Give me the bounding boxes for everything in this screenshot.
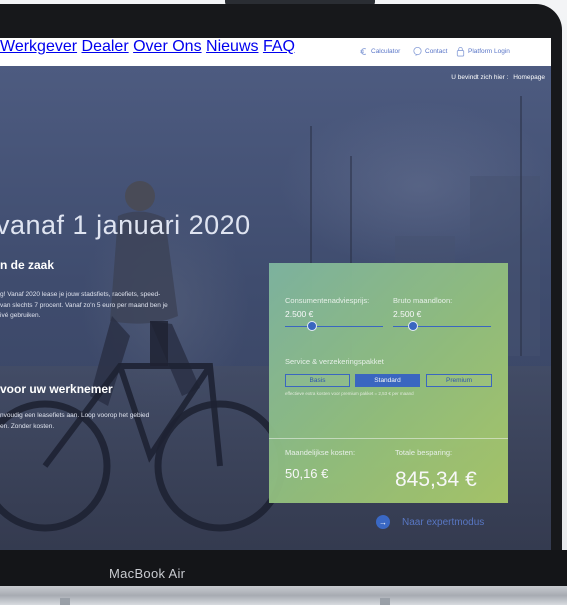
hero-headline: vanaf 1 januari 2020: [0, 210, 251, 240]
salary-value: 2.500 €: [393, 309, 422, 319]
nav-dealer[interactable]: Dealer: [82, 38, 129, 55]
contact-label: Contact: [425, 48, 448, 55]
monthly-cost-value: 50,16 €: [285, 466, 329, 481]
salary-label: Bruto maandloon:: [393, 296, 453, 305]
lease-calculator-panel: Consumentenadviesprijs: 2.500 € Bruto ma…: [269, 263, 508, 503]
device-brand-label: MacBook Air: [109, 566, 186, 581]
price-slider-track[interactable]: [285, 326, 383, 327]
nav-over-ons[interactable]: Over Ons: [133, 38, 201, 55]
price-label: Consumentenadviesprijs:: [285, 296, 370, 305]
package-note: effectieve extra kosten voor premium pak…: [285, 391, 414, 396]
section-body-employee: nvoudig een leasefiets aan. Loop voorop …: [0, 412, 150, 430]
expert-mode-label: Naar expertmodus: [402, 516, 485, 528]
nav-nieuws[interactable]: Nieuws: [206, 38, 258, 55]
platform-login-label: Platform Login: [468, 48, 510, 55]
package-standard-button[interactable]: Standard: [355, 374, 420, 387]
expert-mode-link[interactable]: → Naar expertmodus: [376, 515, 484, 529]
breadcrumb-current[interactable]: Homepage: [513, 74, 545, 81]
laptop-bottom-bezel: [0, 550, 567, 588]
euro-icon: [360, 48, 367, 55]
calculator-label: Calculator: [371, 48, 401, 55]
contact-link[interactable]: Contact: [412, 46, 447, 57]
section-body-business: g! Vanaf 2020 lease je jouw stadsfiets, …: [0, 291, 168, 319]
panel-divider: [269, 438, 508, 439]
laptop-foot: [60, 598, 70, 605]
chat-icon: [413, 46, 422, 56]
package-basis-button[interactable]: Basis: [285, 374, 350, 387]
laptop-foot: [380, 598, 390, 605]
top-navigation-bar: Werkgever Dealer Over Ons Nieuws FAQ Cal…: [0, 38, 551, 66]
section-title-employee: voor uw werknemer: [0, 382, 113, 396]
breadcrumb-prefix: U bevindt zich hier :: [451, 74, 509, 81]
salary-slider-knob[interactable]: [407, 321, 418, 331]
package-premium-button[interactable]: Premium: [426, 374, 492, 387]
monthly-cost-label: Maandelijkse kosten:: [285, 448, 356, 457]
section-title-business: n de zaak: [0, 258, 55, 272]
package-label: Service & verzekeringspakket: [285, 357, 384, 366]
product-photo: Werkgever Dealer Over Ons Nieuws FAQ Cal…: [0, 0, 567, 605]
total-savings-value: 845,34 €: [395, 468, 477, 491]
price-slider-knob[interactable]: [307, 321, 318, 331]
breadcrumb: U bevindt zich hier : Homepage: [448, 74, 545, 81]
lock-icon: [456, 46, 465, 57]
nav-werkgever[interactable]: Werkgever: [0, 38, 77, 55]
laptop-base: [0, 586, 567, 605]
price-value: 2.500 €: [285, 309, 314, 319]
laptop-screen: Werkgever Dealer Over Ons Nieuws FAQ Cal…: [0, 38, 551, 550]
nav-faq[interactable]: FAQ: [263, 38, 295, 55]
calculator-link[interactable]: Calculator: [358, 46, 400, 57]
platform-login-link[interactable]: Platform Login: [455, 46, 510, 57]
total-savings-label: Totale besparing:: [395, 448, 453, 457]
arrow-right-icon: →: [376, 515, 390, 529]
